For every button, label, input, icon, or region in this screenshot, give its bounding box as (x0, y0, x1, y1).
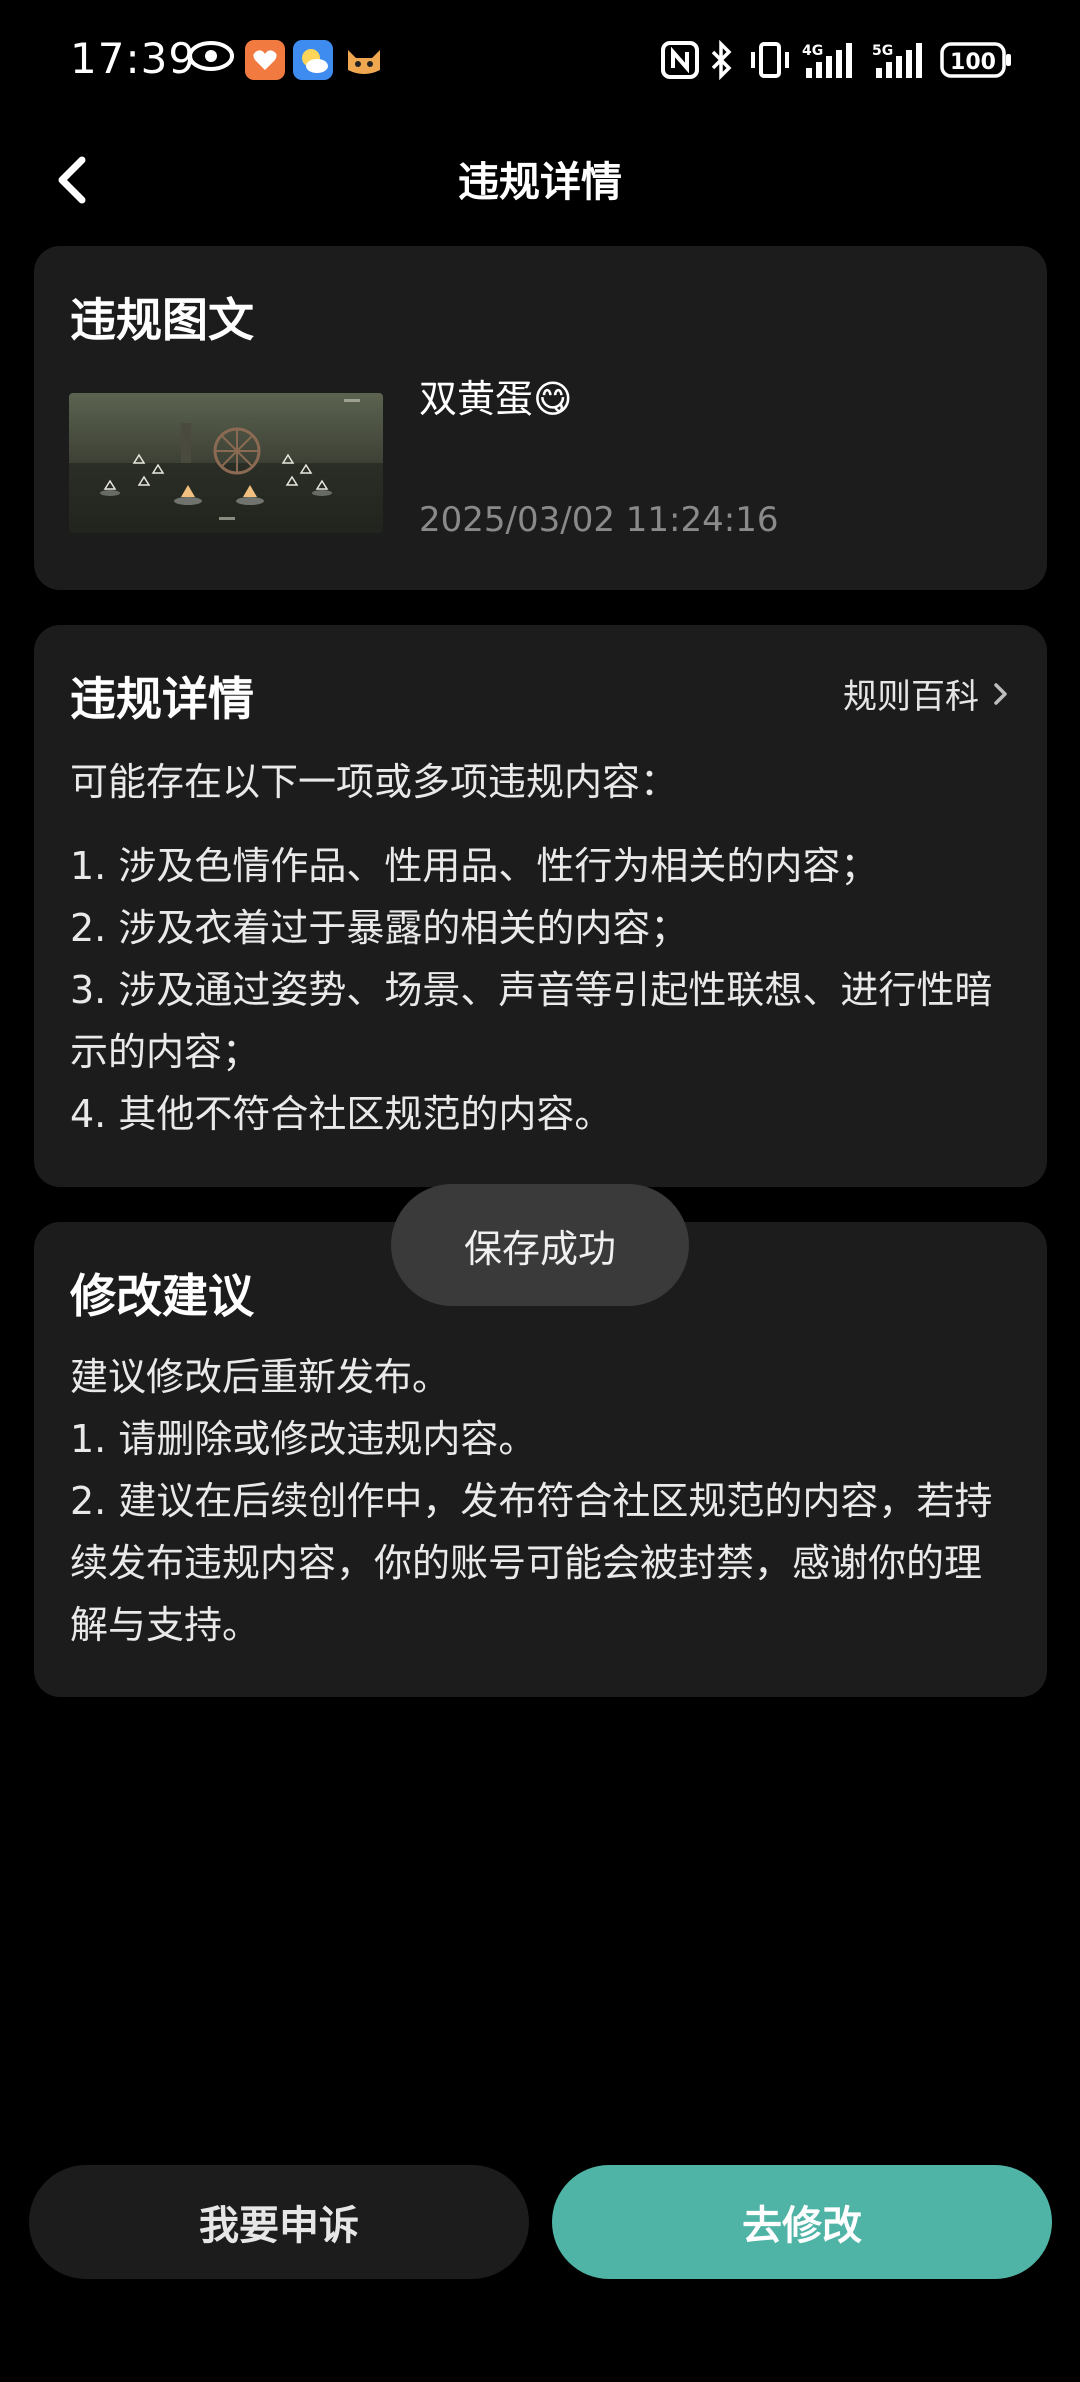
violation-card-title: 违规详情 (70, 672, 254, 726)
appeal-button[interactable]: 我要申诉 (29, 2165, 529, 2279)
suggestion-text: 建议修改后重新发布。 1. 请删除或修改违规内容。 2. 建议在后续创作中，发布… (70, 1346, 1011, 1656)
svg-text:4G: 4G (802, 43, 823, 59)
status-bar: 17:39 4G 5G 100 (0, 0, 1080, 124)
edit-button[interactable]: 去修改 (552, 2165, 1052, 2279)
post-timestamp: 2025/03/02 11:24:16 (419, 500, 779, 540)
list-item: 1. 请删除或修改违规内容。 (70, 1417, 537, 1461)
list-item: 3. 涉及通过姿势、场景、声音等引起性联想、进行性暗示的内容； (70, 968, 993, 1074)
list-item: 2. 涉及衣着过于暴露的相关的内容； (70, 906, 689, 950)
battery-level: 100 (950, 50, 996, 75)
list-item: 1. 涉及色情作品、性用品、性行为相关的内容； (70, 844, 879, 888)
battery-icon: 100 (940, 42, 1012, 78)
list-item: 4. 其他不符合社区规范的内容。 (70, 1092, 613, 1136)
violation-list: 1. 涉及色情作品、性用品、性行为相关的内容； 2. 涉及衣着过于暴露的相关的内… (70, 835, 1011, 1145)
violation-card: 违规详情 规则百科 可能存在以下一项或多项违规内容： 1. 涉及色情作品、性用品… (34, 625, 1047, 1187)
list-item: 2. 建议在后续创作中，发布符合社区规范的内容，若持续发布违规内容，你的账号可能… (70, 1479, 993, 1647)
chevron-right-icon (994, 682, 1007, 705)
rules-link-label: 规则百科 (843, 677, 979, 717)
post-thumbnail[interactable] (69, 393, 383, 533)
save-success-toast: 保存成功 (391, 1184, 689, 1306)
bluetooth-icon (707, 40, 737, 80)
svg-text:5G: 5G (872, 43, 893, 59)
suggestion-card-title: 修改建议 (70, 1269, 254, 1323)
post-card-title: 违规图文 (70, 293, 254, 347)
signal-5g-icon: 5G (872, 40, 932, 80)
app-icon (293, 40, 333, 80)
post-card: 违规图文 双黄蛋😋 2025/03/02 11:24:16 (34, 246, 1047, 590)
app-icon (245, 40, 285, 80)
post-title: 双黄蛋😋 (419, 377, 573, 421)
rules-encyclopedia-link[interactable]: 规则百科 (843, 669, 1011, 718)
status-time: 17:39 (70, 34, 197, 83)
eye-icon (188, 40, 234, 72)
list-item: 建议修改后重新发布。 (70, 1355, 451, 1399)
violation-intro: 可能存在以下一项或多项违规内容： (70, 760, 679, 804)
page-title: 违规详情 (458, 158, 622, 206)
app-icon (342, 40, 386, 80)
nfc-icon (660, 40, 700, 80)
vibrate-icon (748, 40, 792, 80)
signal-4g-icon: 4G (802, 40, 862, 80)
